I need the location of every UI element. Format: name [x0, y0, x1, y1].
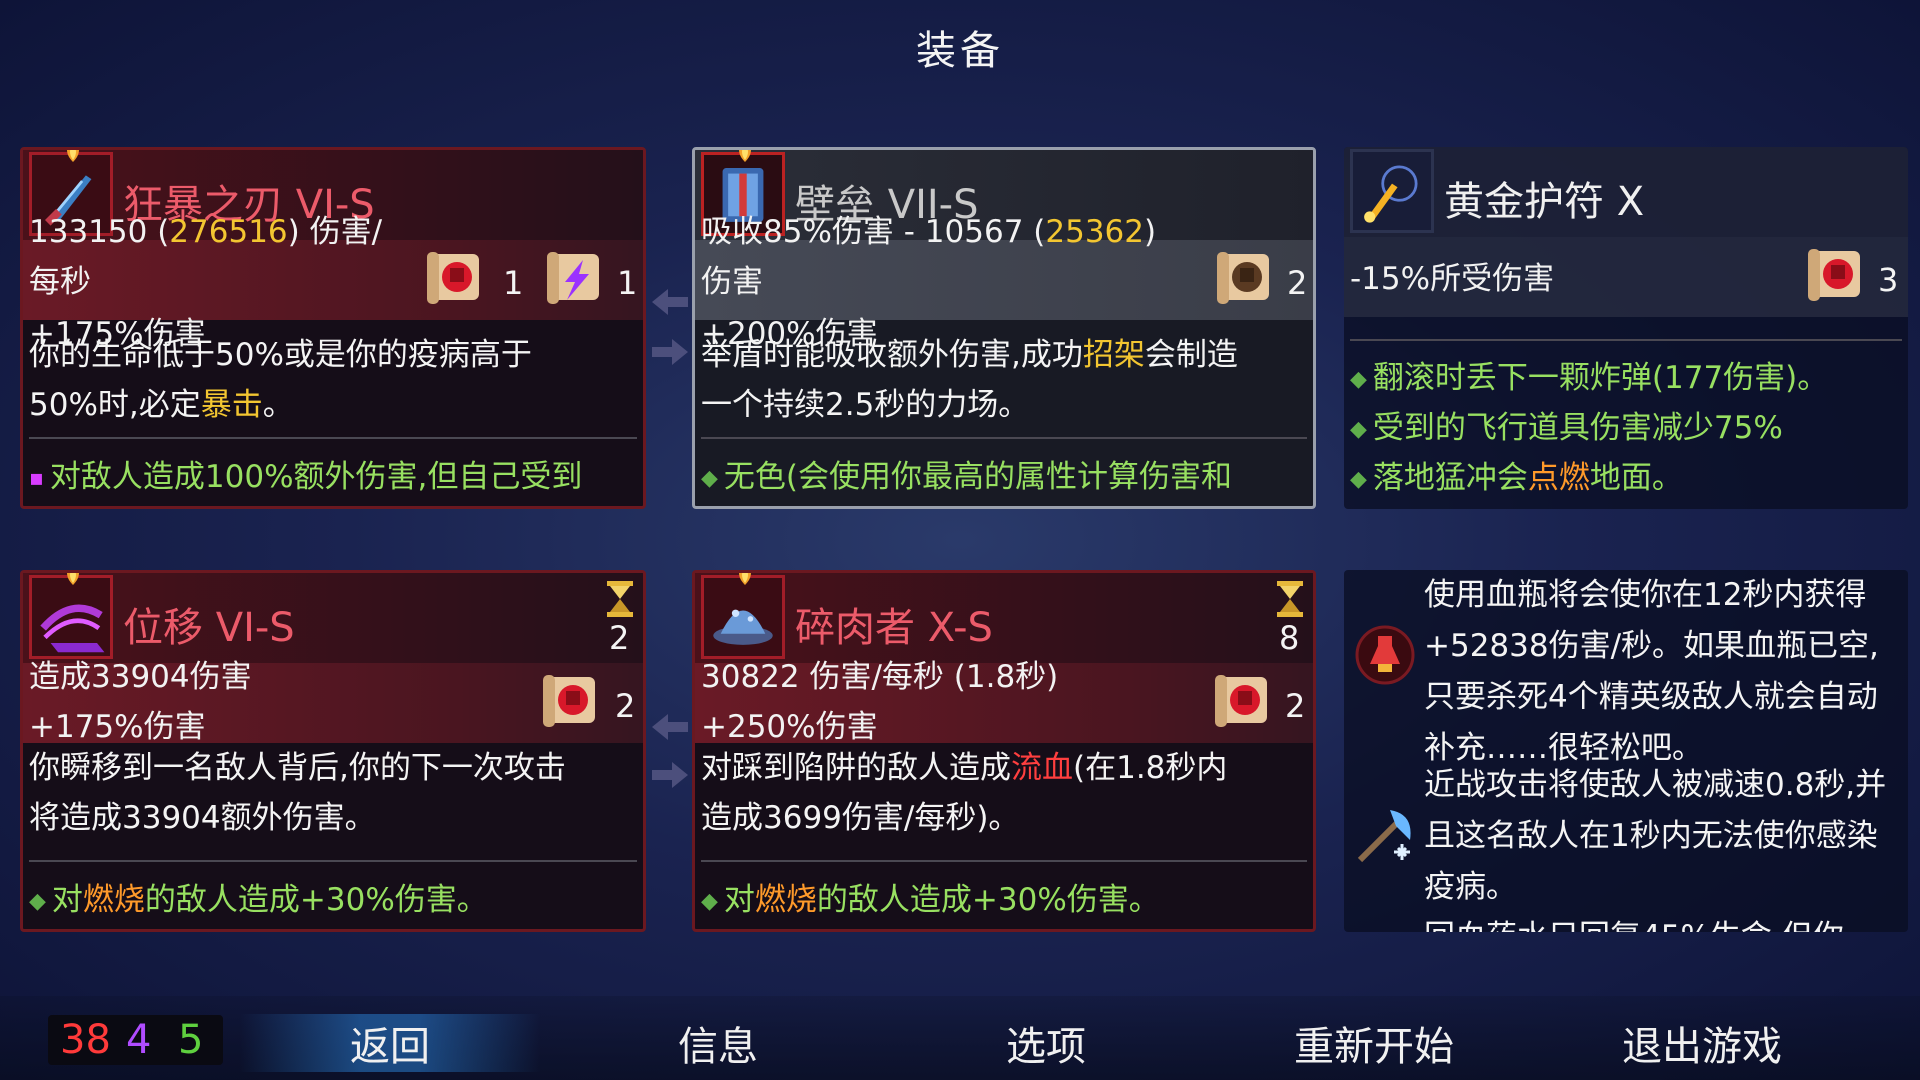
page-title: 装备: [916, 28, 1004, 74]
item-affix: ◆ 对燃烧的敌人造成+30%伤害。: [701, 882, 1160, 918]
tactics-scroll-count: 1: [617, 264, 638, 302]
scroll-counter: 38 4 5: [48, 1015, 223, 1065]
flame-icon: [67, 573, 79, 585]
flame-icon: [739, 573, 751, 585]
brutality-scroll-count: 1: [503, 264, 524, 302]
item-description: 举盾时能吸收额外伤害,成功招架会制造 一个持续2.5秒的力场。: [701, 337, 1238, 423]
back-button[interactable]: 返回: [240, 1014, 540, 1072]
item-description: 你的生命低于50%或是你的疫病高于 50%时,必定暴击。: [29, 337, 532, 423]
divider: [1350, 339, 1902, 341]
item-description: 对踩到陷阱的敌人造成流血(在1.8秒内 造成3699伤害/每秒)。: [701, 750, 1228, 836]
brutality-scroll-icon: [423, 246, 487, 310]
flame-icon: [67, 150, 79, 162]
mutation-description: 近战攻击将使敌人被减速0.8秒,并且这名敌人在1秒内无法使你感染疫病。: [1424, 767, 1887, 905]
stat-damage-unit: 每秒: [29, 264, 91, 300]
stat-damage: 133150 (276516) 伤害/: [29, 214, 383, 250]
cooldown-value: 2: [609, 619, 630, 657]
brutality-scroll-count: 2: [1285, 687, 1306, 725]
equipment-card-gold-amulet[interactable]: 黄金护符 X -15%所受伤害 3 ◆ 翻滚时丢下一颗炸弹(177伤害)。 ◆ 受到…: [1344, 147, 1908, 509]
mutation-description: 使用血瓶将会使你在12秒内获得+52838伤害/秒。如果血瓶已空,只要杀死4个精…: [1424, 577, 1879, 766]
stat-damage: 30822 伤害/每秒 (1.8秒): [701, 659, 1059, 695]
item-affix-2: ◆ 受到的飞行道具伤害减少75%: [1350, 410, 1783, 446]
stat-bonus: +175%伤害: [29, 709, 206, 745]
equipment-card-phaser[interactable]: 位移 VI-S 2 造成33904伤害 +175%伤害 2 你瞬移到一名敌人背后…: [20, 570, 646, 932]
item-name: 黄金护符 X: [1444, 179, 1645, 225]
item-affix: ◆ 对燃烧的敌人造成+30%伤害。: [29, 882, 488, 918]
item-affix-1: ◆ 翻滚时丢下一颗炸弹(177伤害)。: [1350, 360, 1829, 396]
mutation-row-1[interactable]: 使用血瓶将会使你在12秒内获得+52838伤害/秒。如果血瓶已空,只要杀死4个精…: [1344, 570, 1908, 770]
brutality-scroll-icon: [1211, 669, 1275, 733]
item-affix-3: ◆ 落地猛冲会点燃地面。: [1350, 460, 1683, 496]
divider: [29, 437, 637, 439]
meat-grinder-trap-icon: [701, 575, 785, 659]
cooldown-value: 8: [1279, 619, 1300, 657]
stat-bonus: +250%伤害: [701, 709, 878, 745]
equipment-card-meat-grinder[interactable]: 碎肉者 X-S 8 30822 伤害/每秒 (1.8秒) +250%伤害 2 对…: [692, 570, 1316, 932]
brutality-scroll-count: 2: [615, 687, 636, 725]
item-name: 位移 VI-S: [123, 605, 295, 651]
tactics-count: 4: [126, 1017, 152, 1063]
stat-damage: 造成33904伤害: [29, 659, 252, 695]
options-button[interactable]: 选项: [896, 1014, 1196, 1072]
item-description: 你瞬移到一名敌人背后,你的下一次攻击 将造成33904额外伤害。: [29, 750, 566, 836]
amulet-icon: [1350, 149, 1434, 233]
equipment-card-rampart[interactable]: 壁垒 VII-S 吸收85%伤害 - 10567 (25362) 伤害 +200…: [692, 147, 1316, 509]
stat-damage-unit: 伤害: [701, 264, 763, 300]
survival-count: 5: [178, 1017, 204, 1063]
arrow-right-icon: [652, 339, 688, 365]
stat-damage-reduction: -15%所受伤害: [1350, 261, 1555, 297]
card-header: [695, 573, 1313, 663]
divider: [29, 860, 637, 862]
flame-icon: [739, 150, 751, 162]
phaser-skill-icon: [29, 575, 113, 659]
stat-absorb: 吸收85%伤害 - 10567 (25362): [701, 214, 1157, 250]
quit-game-button[interactable]: 退出游戏: [1552, 1014, 1852, 1072]
info-button[interactable]: 信息: [568, 1014, 868, 1072]
health-flask-icon: [1355, 625, 1415, 685]
divider: [701, 860, 1307, 862]
divider: [701, 437, 1307, 439]
arrow-left-icon: [652, 289, 688, 315]
cooldown-hourglass-icon: [1277, 581, 1303, 617]
tactics-scroll-icon: [543, 246, 607, 310]
brutality-count: 38: [60, 1017, 111, 1063]
mutations-panel: 使用血瓶将会使你在12秒内获得+52838伤害/秒。如果血瓶已空,只要杀死4个精…: [1344, 570, 1908, 932]
brutality-scroll-icon: [539, 669, 603, 733]
mutation-description-partial: 回血药水只回复45%生命,但你: [1424, 912, 1904, 932]
survival-scroll-count: 2: [1287, 264, 1308, 302]
brutality-scroll-count: 3: [1878, 261, 1899, 299]
brutality-scroll-icon: [1804, 243, 1868, 307]
item-name: 碎肉者 X-S: [795, 605, 993, 651]
arrow-right-icon: [652, 762, 688, 788]
restart-button[interactable]: 重新开始: [1224, 1014, 1524, 1072]
item-affix: ▪ 对敌人造成100%额外伤害,但自己受到: [29, 459, 583, 495]
survival-scroll-icon: [1213, 246, 1277, 310]
arrow-left-icon: [652, 714, 688, 740]
item-affix: ◆ 无色(会使用你最高的属性计算伤害和: [701, 459, 1233, 495]
equipment-card-rage-blade[interactable]: 狂暴之刃 VI-S 133150 (276516) 伤害/ 每秒 +175%伤害…: [20, 147, 646, 509]
frost-axe-icon: [1357, 810, 1411, 863]
mutation-row-2[interactable]: 近战攻击将使敌人被减速0.8秒,并且这名敌人在1秒内无法使你感染疫病。 回血药水…: [1344, 767, 1908, 932]
cooldown-hourglass-icon: [607, 581, 633, 617]
card-header: [23, 573, 643, 663]
